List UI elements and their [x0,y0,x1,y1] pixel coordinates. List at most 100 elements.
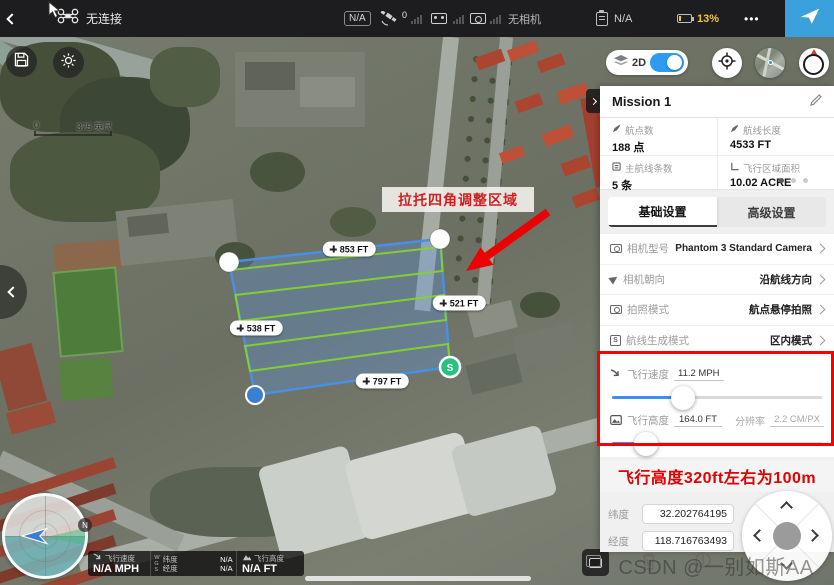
compass-mode-button[interactable] [799,48,829,78]
stat-waypoints: 航点数 188 点 [600,118,717,155]
2d-switch[interactable] [650,53,684,72]
chevron-right-icon [816,274,826,284]
2d-label: 2D [632,57,646,69]
locate-button[interactable] [712,48,742,78]
back-button[interactable] [8,0,16,37]
scan-mode-icon: S [610,335,621,346]
latitude-label: 纬度 [608,507,634,522]
longitude-field[interactable]: 118.716763493 [642,531,734,551]
map-2d-toggle[interactable]: 2D [606,50,688,75]
altitude-slider[interactable] [612,442,822,445]
takeoff-button[interactable] [785,0,834,37]
compass-ring-icon [803,54,824,75]
tab-advanced-settings[interactable]: 高级设置 [717,197,826,227]
flight-parameters: 飞行速度 11.2 MPH 飞行高度 164.0 FT 分辨率 2.2 CM/P… [600,356,834,457]
speed-slider[interactable] [612,396,822,399]
nudge-right-button[interactable] [806,529,819,542]
terrain-trees [330,207,376,237]
minimap-button[interactable] [755,48,785,78]
setting-route-mode[interactable]: S 航线生成模式 区内模式 [600,326,834,357]
speed-slider-thumb[interactable] [671,386,695,410]
altitude-slider-thumb[interactable] [634,432,658,456]
corner-handle-top-left[interactable] [219,252,239,272]
telemetry-bar: 飞行速度 N/A MPH WGS 纬度N/A 经度N/A 飞行高度 N/A FT [88,551,304,576]
terrain-building [465,353,523,395]
plane-icon [799,5,821,32]
resolution-value: 2.2 CM/PX [770,414,824,427]
telemetry-lng: N/A [220,564,233,573]
camera-status: 无相机 [508,11,541,27]
distance-label: 521 FT [433,296,486,311]
camera-icon [610,244,622,253]
edit-mission-button[interactable] [810,94,822,109]
corner-handle-top-right[interactable] [430,229,450,249]
attitude-compass [2,493,88,579]
camera-icon [470,13,486,24]
terrain-red-roof [515,93,544,113]
save-mission-button[interactable] [6,46,37,77]
terrain-trees [250,152,305,192]
mission-title: Mission 1 [612,94,671,109]
telemetry-lat: N/A [220,555,233,564]
nudge-center-button[interactable] [773,522,801,550]
tutorial-annotation: 拉托四角调整区域 [382,187,534,212]
terrain-building [127,213,169,237]
longitude-label: 经度 [608,534,634,549]
ruler-icon [730,162,739,174]
chevron-right-icon [589,97,596,104]
battery-icon [677,14,692,23]
watermark: CSDN @一别如斯AA [598,551,834,580]
latitude-field[interactable]: 32.202764195 [642,504,734,524]
satellite-count: 0 [402,10,407,20]
nudge-up-button[interactable] [780,501,793,514]
crosshair-icon [718,52,736,75]
panel-collapse-tab[interactable] [586,89,600,113]
chevron-right-icon [816,305,826,315]
more-menu-button[interactable]: ••• [744,0,760,37]
terrain-trees [520,292,560,318]
route-icon [730,124,739,136]
altitude-value-field[interactable]: 164.0 FT [674,414,722,427]
tab-basic-settings[interactable]: 基础设置 [608,197,717,227]
minimap-position-dot [768,60,773,65]
home-indicator[interactable] [305,576,531,581]
terrain-building [300,77,355,107]
terrain-building [245,62,295,90]
corner-handle-bottom-left[interactable] [246,386,264,404]
aircraft-heading-icon [21,526,49,551]
nudge-left-button[interactable] [753,529,766,542]
terrain-building-white [450,424,558,517]
terrain-field [52,266,123,357]
altitude-icon [242,553,252,563]
terrain-forest [150,47,220,107]
terrain-red-roof [0,343,47,411]
checklist-icon [596,12,608,26]
plus-icon [237,325,244,332]
start-point-marker[interactable] [440,357,460,377]
waypoint-icon [612,124,621,136]
distance-label: 853 FT [323,242,376,257]
layers-icon [614,54,628,72]
plus-icon [330,246,337,253]
camera-icon [610,305,622,314]
checklist-status: N/A [614,13,632,25]
mouse-cursor [48,1,61,24]
setting-capture-mode[interactable]: 拍照模式 航点悬停拍照 [600,295,834,326]
tutorial-note: 飞行高度320ft左右为100m [600,460,834,492]
mission-polygon[interactable] [229,239,450,395]
plus-icon [440,300,447,307]
setting-camera-heading[interactable]: 相机朝向 沿航线方向 [600,265,834,296]
mission-panel: Mission 1 航点数 188 点 航线长度 4533 FT 主航线条数 5… [600,86,834,552]
altitude-icon [610,415,622,425]
map-scale: 0 375 英尺 [34,120,112,136]
speed-value: N/A MPH [93,564,145,575]
setting-camera-model[interactable]: 相机型号 Phantom 3 Standard Camera [600,234,834,265]
mission-settings-button[interactable] [53,47,84,78]
stat-route-length: 航线长度 4533 FT [717,118,834,155]
distance-label: 797 FT [356,374,409,389]
panel-page-dots[interactable] [779,178,808,183]
satellite-icon [380,0,397,37]
speed-icon [93,553,103,564]
terrain-red-roof [537,53,566,73]
speed-value-field[interactable]: 11.2 MPH [674,368,724,381]
